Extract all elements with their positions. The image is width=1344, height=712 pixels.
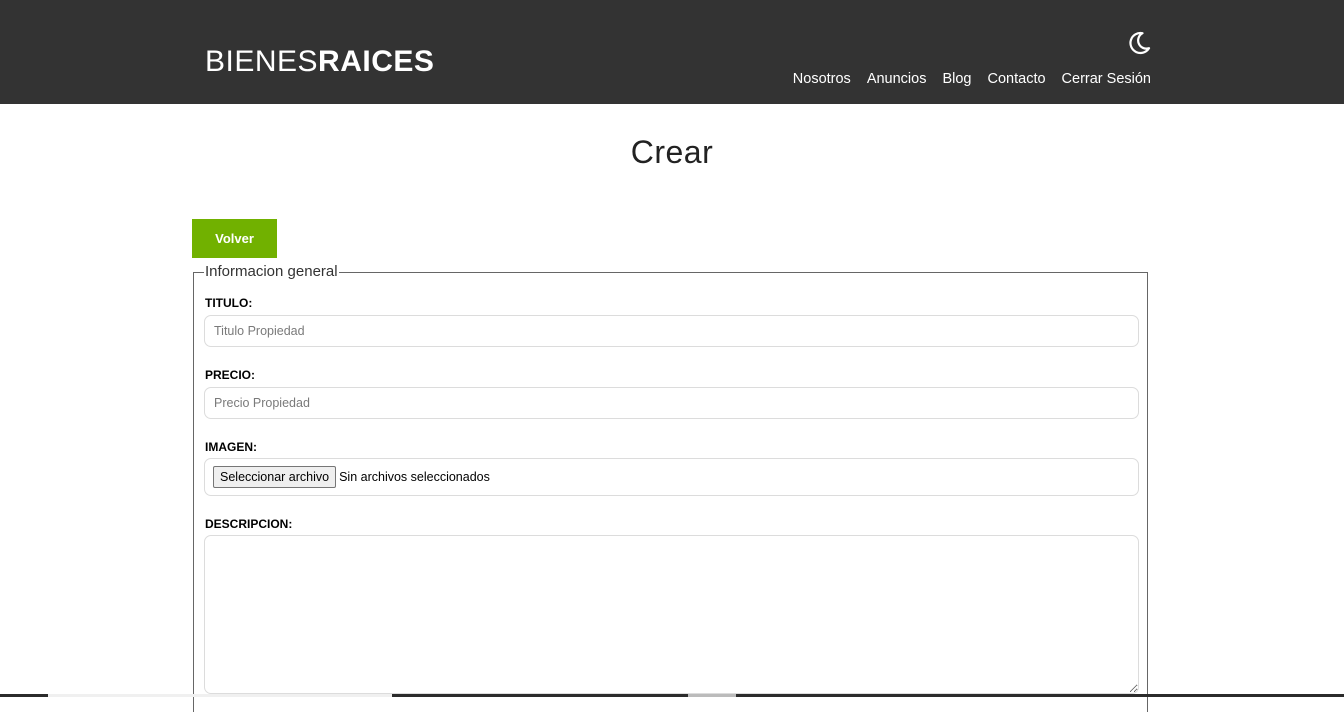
nav-link-contacto[interactable]: Contacto bbox=[988, 71, 1046, 87]
moon-icon[interactable] bbox=[1126, 30, 1152, 56]
page-title: Crear bbox=[630, 134, 714, 170]
precio-label: PRECIO: bbox=[205, 368, 256, 382]
file-status-text: Sin archivos seleccionados bbox=[339, 470, 490, 484]
nav-link-cerrar-sesion[interactable]: Cerrar Sesión bbox=[1062, 71, 1151, 87]
logo-text-bold: RAICES bbox=[318, 45, 435, 78]
select-file-button[interactable]: Seleccionar archivo bbox=[213, 466, 337, 488]
descripcion-label: DESCRIPCION: bbox=[205, 517, 293, 531]
fieldset-legend: Informacion general bbox=[204, 263, 339, 281]
descripcion-textarea[interactable] bbox=[204, 535, 1139, 694]
site-logo[interactable]: BIENESRAICES bbox=[205, 44, 434, 80]
precio-input[interactable] bbox=[204, 387, 1139, 419]
titulo-label: TITULO: bbox=[205, 296, 253, 310]
nav-link-nosotros[interactable]: Nosotros bbox=[793, 71, 851, 87]
nav-link-anuncios[interactable]: Anuncios bbox=[867, 71, 927, 87]
logo-text-light: BIENES bbox=[205, 45, 319, 78]
titulo-input[interactable] bbox=[204, 315, 1139, 347]
back-button[interactable]: Volver bbox=[192, 219, 277, 258]
nav-link-blog[interactable]: Blog bbox=[942, 71, 971, 87]
site-header: BIENESRAICES Nosotros Anuncios Blog Cont… bbox=[0, 0, 1344, 104]
imagen-label: IMAGEN: bbox=[205, 440, 257, 454]
main-nav: Nosotros Anuncios Blog Contacto Cerrar S… bbox=[793, 71, 1151, 87]
imagen-file-input[interactable]: Seleccionar archivo Sin archivos selecci… bbox=[204, 458, 1139, 496]
